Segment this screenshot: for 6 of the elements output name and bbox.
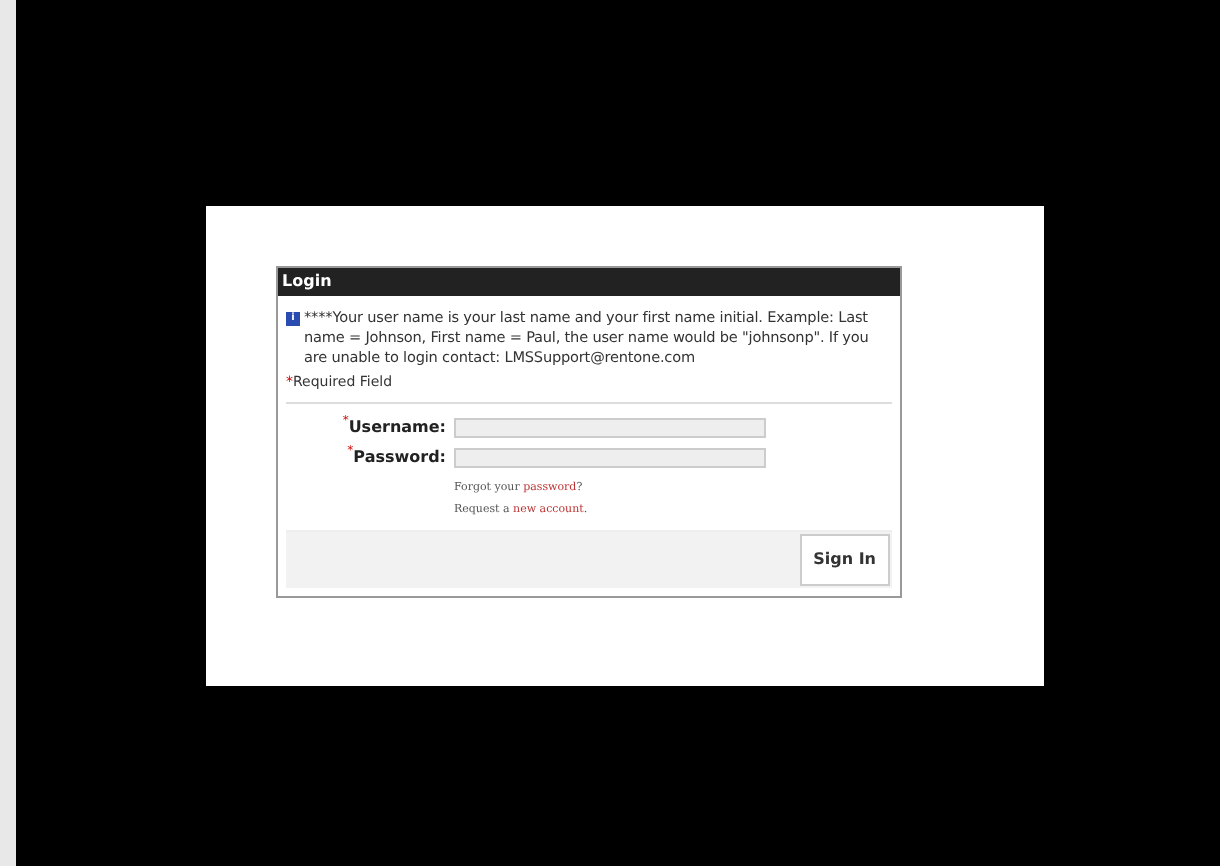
input-field[interactable] — [454, 447, 766, 467]
sign-in-button[interactable]: Sign In — [799, 534, 890, 586]
input-field[interactable] — [454, 417, 766, 437]
field-label: Username: — [348, 417, 446, 439]
field-label: Password: — [353, 445, 446, 469]
login-title: Login — [278, 268, 900, 296]
